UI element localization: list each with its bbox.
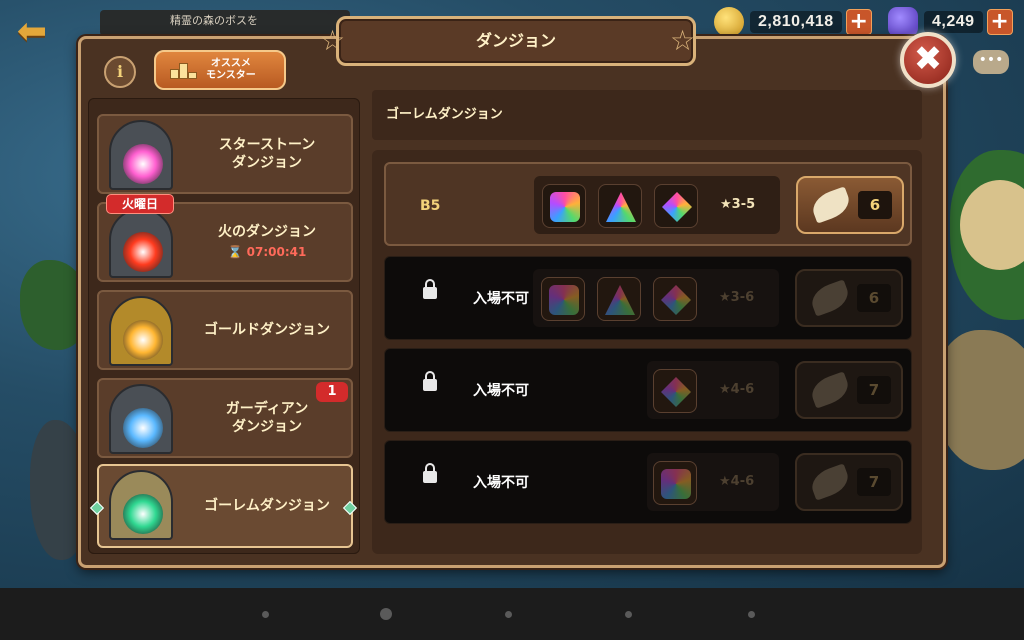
- star-range: ★4-6: [719, 382, 755, 397]
- entry-cost: 7: [857, 376, 891, 404]
- gem-counter: 4,249 +: [888, 6, 1013, 38]
- back-arrow-icon[interactable]: ⬅: [10, 12, 54, 52]
- swirl: [123, 408, 163, 448]
- wing-icon: [807, 371, 853, 409]
- gem-amount: 4,249: [924, 11, 983, 33]
- add-gold-button[interactable]: +: [845, 9, 872, 35]
- entry-cost: 7: [857, 468, 891, 496]
- swirl: [123, 232, 163, 272]
- enter-button-disabled: 7: [795, 361, 903, 419]
- day-badge: 火曜日: [106, 194, 174, 214]
- chat-icon[interactable]: •••: [973, 50, 1009, 74]
- swirl: [123, 320, 163, 360]
- enter-button[interactable]: 6: [796, 176, 904, 234]
- nav-dot[interactable]: [262, 611, 269, 618]
- locked-label: 入場不可: [473, 291, 529, 307]
- dungeon-item-starstone[interactable]: スターストーン ダンジョン: [97, 114, 353, 194]
- star-ornament-icon: ☆: [320, 24, 346, 57]
- reward-runes: ★3-5: [534, 176, 780, 234]
- entry-cost: 6: [858, 191, 892, 219]
- nav-dot[interactable]: [505, 611, 512, 618]
- dungeon-name: 火のダンジョン ⌛ 07:00:41: [218, 224, 316, 259]
- map-island: [935, 330, 1024, 470]
- rune-icon: [653, 369, 697, 413]
- rune-icon: [653, 277, 697, 321]
- dungeon-item-fire[interactable]: 火のダンジョン ⌛ 07:00:41: [97, 202, 353, 282]
- lock-icon: [423, 371, 437, 391]
- dungeon-name: ゴールドダンジョン: [204, 322, 330, 338]
- dungeon-name: スターストーン ダンジョン: [218, 137, 316, 171]
- star-range: ★3-5: [720, 197, 756, 212]
- portal-icon: [109, 120, 173, 190]
- dungeon-name: ゴーレムダンジョン: [204, 498, 330, 514]
- locked-label: 入場不可: [473, 475, 529, 491]
- rune-icon: [597, 277, 641, 321]
- rune-icon: [654, 184, 698, 228]
- dungeon-timer: ⌛ 07:00:41: [227, 245, 307, 259]
- nav-home-dot[interactable]: [380, 608, 392, 620]
- dialog-title: ダンジョン: [475, 31, 556, 50]
- dungeon-item-guardian[interactable]: ガーディアン ダンジョン: [97, 378, 353, 458]
- floor-label: B5: [420, 198, 441, 214]
- wing-icon: [807, 463, 853, 501]
- dialog-title-plate: ダンジョン: [336, 16, 696, 66]
- swirl: [123, 144, 163, 184]
- swirl: [123, 494, 163, 534]
- hourglass-icon: ⌛: [227, 245, 243, 259]
- reward-runes: ★3-6: [533, 269, 779, 327]
- gold-amount: 2,810,418: [750, 11, 842, 33]
- enter-button-disabled: 7: [795, 453, 903, 511]
- gold-coin-icon: [714, 7, 744, 37]
- star-range: ★4-6: [719, 474, 755, 489]
- quest-text: 精霊の森のボスを: [170, 14, 258, 27]
- selected-dungeon-header: ゴーレムダンジョン: [372, 90, 922, 140]
- dungeon-item-gold[interactable]: ゴールドダンジョン: [97, 290, 353, 370]
- star-range: ★3-6: [719, 290, 755, 305]
- selected-dungeon-title: ゴーレムダンジョン: [386, 107, 503, 122]
- lock-icon: [423, 463, 437, 483]
- recommended-monsters-button[interactable]: オススメ モンスター: [154, 50, 286, 90]
- rune-icon: [542, 184, 586, 228]
- portal-icon: [109, 470, 173, 540]
- reward-runes: ★4-6: [647, 361, 779, 419]
- floor-row-locked: 入場不可 ★3-6 6: [384, 256, 912, 340]
- quest-banner[interactable]: 精霊の森のボスを: [100, 10, 350, 36]
- wing-icon: [807, 279, 853, 317]
- gem-icon: [888, 7, 918, 37]
- close-button[interactable]: ✖: [900, 32, 956, 88]
- floor-row-locked: 入場不可 ★4-6 7: [384, 348, 912, 432]
- info-button[interactable]: i: [104, 56, 136, 88]
- recommend-label: オススメ モンスター: [206, 58, 256, 81]
- portal-icon: [109, 296, 173, 366]
- dungeon-item-golem[interactable]: ゴーレムダンジョン: [97, 464, 353, 548]
- rune-icon: [541, 277, 585, 321]
- system-nav-bar: [0, 588, 1024, 640]
- add-gems-button[interactable]: +: [986, 9, 1013, 35]
- floor-row[interactable]: B5 ★3-5 6: [384, 162, 912, 246]
- podium-icon: [170, 61, 198, 79]
- portal-icon: [109, 384, 173, 454]
- lock-icon: [423, 279, 437, 299]
- notification-badge: 1: [316, 382, 348, 402]
- locked-label: 入場不可: [473, 383, 529, 399]
- gold-counter: 2,810,418 +: [714, 6, 872, 38]
- wing-icon: [808, 186, 854, 224]
- reward-runes: ★4-6: [647, 453, 779, 511]
- enter-button-disabled: 6: [795, 269, 903, 327]
- entry-cost: 6: [857, 284, 891, 312]
- nav-dot[interactable]: [625, 611, 632, 618]
- portal-icon: [109, 208, 173, 278]
- star-ornament-icon: ☆: [670, 24, 696, 57]
- nav-dot[interactable]: [748, 611, 755, 618]
- rune-icon: [598, 184, 642, 228]
- rune-icon: [653, 461, 697, 505]
- floor-row-locked: 入場不可 ★4-6 7: [384, 440, 912, 524]
